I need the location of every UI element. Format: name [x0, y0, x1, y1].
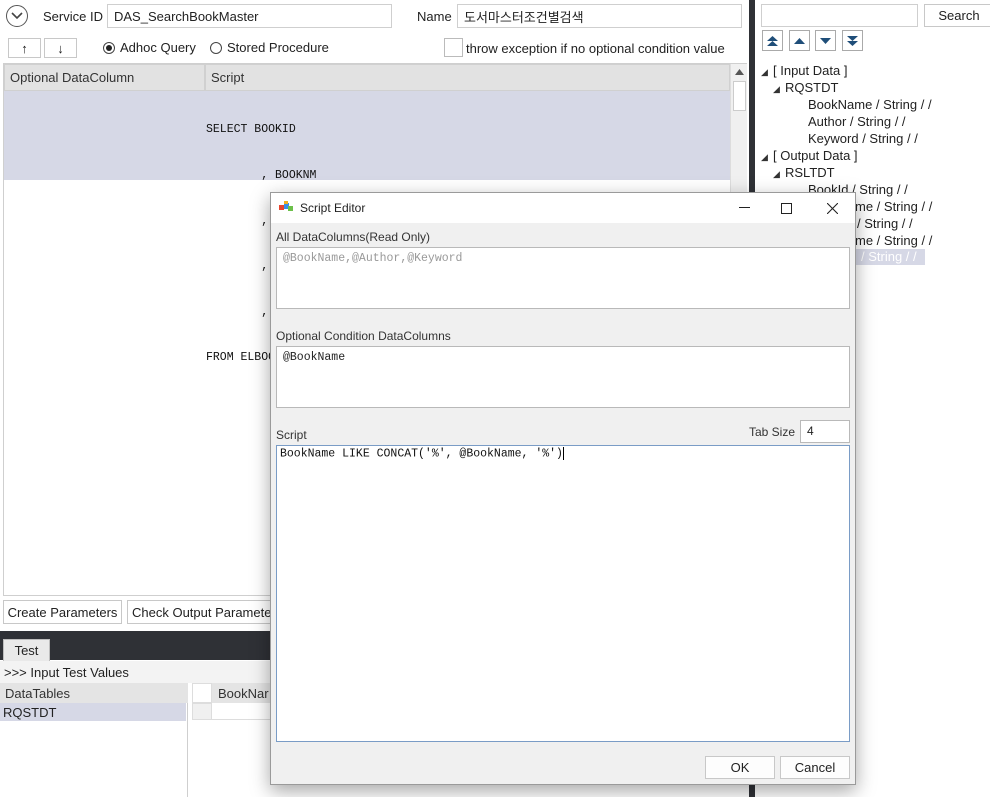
app-icon: [279, 201, 293, 211]
grid-corner: [192, 683, 212, 703]
maximize-icon: [780, 202, 792, 214]
radio-unchecked-icon: [210, 41, 222, 54]
stored-procedure-radio[interactable]: Stored Procedure: [210, 40, 329, 55]
check-output-parameters-button[interactable]: Check Output Paramete: [127, 600, 277, 624]
tree-node-field[interactable]: me / String / /: [855, 233, 932, 248]
dialog-title-bar[interactable]: Script Editor: [271, 193, 855, 223]
expander-icon[interactable]: ◢: [773, 169, 785, 180]
col-header-script[interactable]: Script: [205, 64, 730, 91]
dialog-title: Script Editor: [300, 201, 366, 215]
expander-icon[interactable]: ◢: [761, 67, 773, 78]
collapse-toggle[interactable]: [6, 5, 28, 27]
scroll-up-icon[interactable]: [735, 68, 744, 75]
tree-node-field[interactable]: BookName / String / /: [808, 97, 932, 112]
service-id-label: Service ID: [43, 9, 103, 24]
script-line: SELECT BOOKID: [206, 123, 296, 137]
move-top-button[interactable]: [762, 30, 783, 51]
script-text: BookName LIKE CONCAT('%', @BookName, '%'…: [280, 447, 563, 461]
double-down-icon: [847, 35, 858, 46]
script-textarea[interactable]: BookName LIKE CONCAT('%', @BookName, '%'…: [276, 445, 850, 742]
grid-row[interactable]: SELECT BOOKID , BOOKNM , AUTHOR , CDNM A…: [4, 91, 730, 364]
tab-test[interactable]: Test: [3, 639, 50, 661]
throw-exception-checkbox[interactable]: [444, 38, 463, 57]
datatables-list[interactable]: DataTables RQSTDT: [0, 683, 188, 797]
tree-node-field[interactable]: Author / String / /: [808, 114, 906, 129]
search-input[interactable]: [761, 4, 918, 27]
name-input[interactable]: 도서마스터조건별검색: [457, 4, 742, 28]
tree-node-rsltdt[interactable]: ◢ RSLTDT: [773, 165, 835, 180]
tree-node-field[interactable]: Keyword / String / /: [808, 131, 918, 146]
datatables-header[interactable]: DataTables: [0, 683, 188, 703]
down-icon: [820, 37, 831, 44]
throw-exception-label: throw exception if no optional condition…: [466, 41, 725, 56]
tree-node-input-data[interactable]: ◢[ Input Data ]: [761, 63, 847, 78]
expander-icon[interactable]: ◢: [773, 84, 785, 95]
up-icon: [794, 37, 805, 44]
scroll-thumb[interactable]: [733, 81, 746, 111]
search-button[interactable]: Search: [924, 4, 990, 27]
tree-node-rqstdt[interactable]: ◢ RQSTDT: [773, 80, 838, 95]
list-item[interactable]: RQSTDT: [0, 703, 186, 721]
move-down-button[interactable]: ↓: [44, 38, 77, 58]
adhoc-query-label: Adhoc Query: [120, 40, 196, 55]
text-cursor: [562, 447, 564, 460]
maximize-button[interactable]: [768, 193, 804, 223]
stored-procedure-label: Stored Procedure: [227, 40, 329, 55]
optional-columns-field[interactable]: @BookName: [276, 346, 850, 408]
tab-size-label: Tab Size: [749, 425, 796, 439]
all-columns-field[interactable]: @BookName,@Author,@Keyword: [276, 247, 850, 309]
move-down-button[interactable]: [815, 30, 836, 51]
ok-button[interactable]: OK: [705, 756, 775, 779]
tab-size-input[interactable]: 4: [800, 420, 850, 443]
all-columns-label: All DataColumns(Read Only): [276, 230, 431, 244]
tree-node-field-selected[interactable]: / String / /: [855, 249, 925, 265]
chevron-down-icon: [11, 12, 23, 20]
row-header: [192, 703, 212, 720]
create-parameters-button[interactable]: Create Parameters: [3, 600, 122, 624]
move-bottom-button[interactable]: [842, 30, 863, 51]
double-up-icon: [767, 35, 778, 46]
script-label: Script: [276, 428, 307, 442]
cancel-button[interactable]: Cancel: [780, 756, 850, 779]
service-id-input[interactable]: DAS_SearchBookMaster: [107, 4, 392, 28]
close-button[interactable]: [814, 193, 850, 223]
radio-checked-icon: [103, 41, 115, 54]
minimize-button[interactable]: [726, 193, 762, 223]
minimize-icon: [738, 207, 750, 208]
tree-node-field[interactable]: / String / /: [857, 216, 913, 231]
tree-node-output-data[interactable]: ◢[ Output Data ]: [761, 148, 858, 163]
name-label: Name: [417, 9, 452, 24]
move-up-button[interactable]: [789, 30, 810, 51]
move-up-button[interactable]: ↑: [8, 38, 41, 58]
adhoc-query-radio[interactable]: Adhoc Query: [103, 40, 196, 55]
tree-node-field[interactable]: me / String / /: [855, 199, 932, 214]
script-editor-dialog: Script Editor All DataColumns(Read Only)…: [270, 192, 856, 785]
optional-columns-label: Optional Condition DataColumns: [276, 329, 451, 343]
script-line: , BOOKNM: [206, 169, 317, 183]
col-header-optional[interactable]: Optional DataColumn: [4, 64, 205, 91]
close-icon: [826, 202, 838, 214]
expander-icon[interactable]: ◢: [761, 152, 773, 163]
